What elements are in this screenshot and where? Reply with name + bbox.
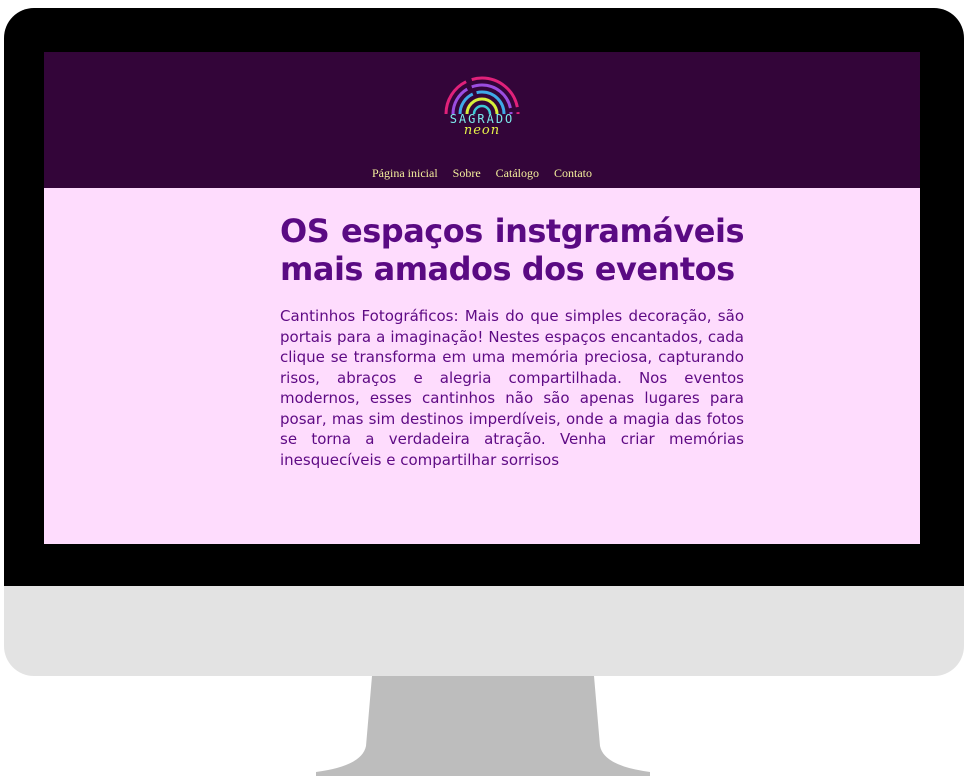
nav-link-about[interactable]: Sobre: [453, 166, 481, 180]
nav-link-catalog[interactable]: Catálogo: [496, 166, 539, 180]
page-headline: OS espaços instgramáveis mais amados dos…: [280, 212, 745, 288]
monitor-chin: [4, 586, 964, 676]
monitor-stand: [316, 676, 650, 776]
logo-script-text: neon: [463, 123, 501, 138]
main-content: OS espaços instgramáveis mais amados dos…: [280, 212, 745, 470]
site-logo[interactable]: SAGRADO neon: [440, 66, 524, 142]
monitor-mockup: SAGRADO neon Página inicial Sobre Catálo…: [0, 0, 967, 779]
intro-paragraph: Cantinhos Fotográficos: Mais do que simp…: [280, 307, 744, 469]
main-nav: Página inicial Sobre Catálogo Contato: [44, 166, 920, 181]
site-header: SAGRADO neon Página inicial Sobre Catálo…: [44, 52, 920, 188]
rainbow-icon: [444, 76, 520, 115]
nav-link-home[interactable]: Página inicial: [372, 166, 438, 180]
nav-link-contact[interactable]: Contato: [554, 166, 592, 180]
website-screen: SAGRADO neon Página inicial Sobre Catálo…: [44, 52, 920, 544]
